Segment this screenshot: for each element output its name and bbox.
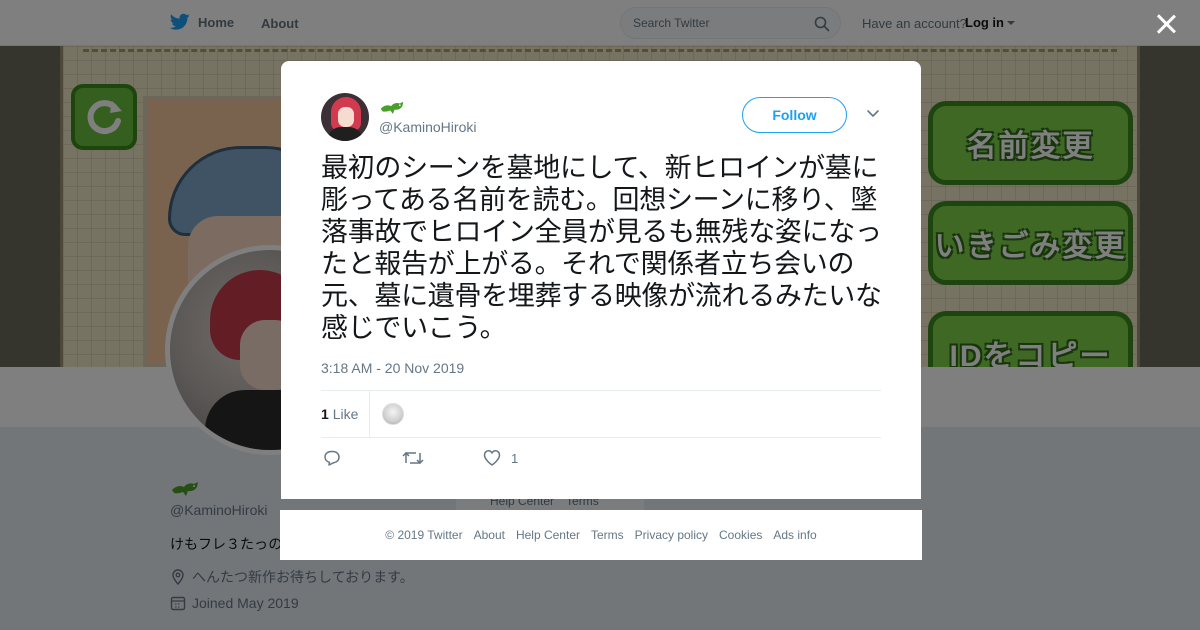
footer-privacy-link[interactable]: Privacy policy [635, 528, 708, 542]
like-button[interactable]: 1 [483, 449, 518, 467]
tweet-stats: 1 Like [321, 390, 881, 438]
tweet-author-handle[interactable]: @KaminoHiroki [379, 119, 476, 135]
avatar-clothes [327, 127, 363, 141]
like-count-label: Like [332, 406, 359, 422]
reply-button[interactable] [323, 449, 341, 467]
footer-copyright[interactable]: © 2019 Twitter [385, 528, 462, 542]
heart-icon [483, 450, 501, 466]
stats-divider [369, 391, 370, 437]
footer-terms-link[interactable]: Terms [591, 528, 624, 542]
reply-icon [324, 450, 340, 466]
retweet-button[interactable] [402, 449, 424, 467]
footer-cookies-link[interactable]: Cookies [719, 528, 762, 542]
tweet-timestamp[interactable]: 3:18 AM - 20 Nov 2019 [321, 360, 464, 376]
footer-about-link[interactable]: About [474, 528, 505, 542]
footer-help-center-link[interactable]: Help Center [516, 528, 580, 542]
chevron-down-icon[interactable] [866, 109, 880, 119]
tweet-author-avatar[interactable] [321, 93, 369, 141]
footer-ads-info-link[interactable]: Ads info [773, 528, 816, 542]
retweet-icon [402, 451, 424, 465]
green-lizard-icon [380, 101, 404, 114]
follow-button[interactable]: Follow [742, 97, 847, 133]
modal-footer: © 2019 Twitter About Help Center Terms P… [280, 510, 922, 560]
tweet-actions: 1 [321, 449, 621, 471]
tweet-author-name[interactable] [379, 98, 405, 121]
tweet-text: 最初のシーンを墓地にして、新ヒロインが墓に彫ってある名前を読む。回想シーンに移り… [321, 153, 882, 344]
close-icon[interactable] [1154, 12, 1178, 36]
like-count-stat[interactable]: 1 Like [321, 406, 358, 422]
like-count: 1 [321, 406, 329, 422]
liker-avatar[interactable] [382, 403, 404, 425]
tweet-modal: @KaminoHiroki Follow 最初のシーンを墓地にして、新ヒロインが… [281, 61, 921, 499]
avatar-face [338, 107, 354, 127]
like-action-count: 1 [511, 450, 519, 466]
